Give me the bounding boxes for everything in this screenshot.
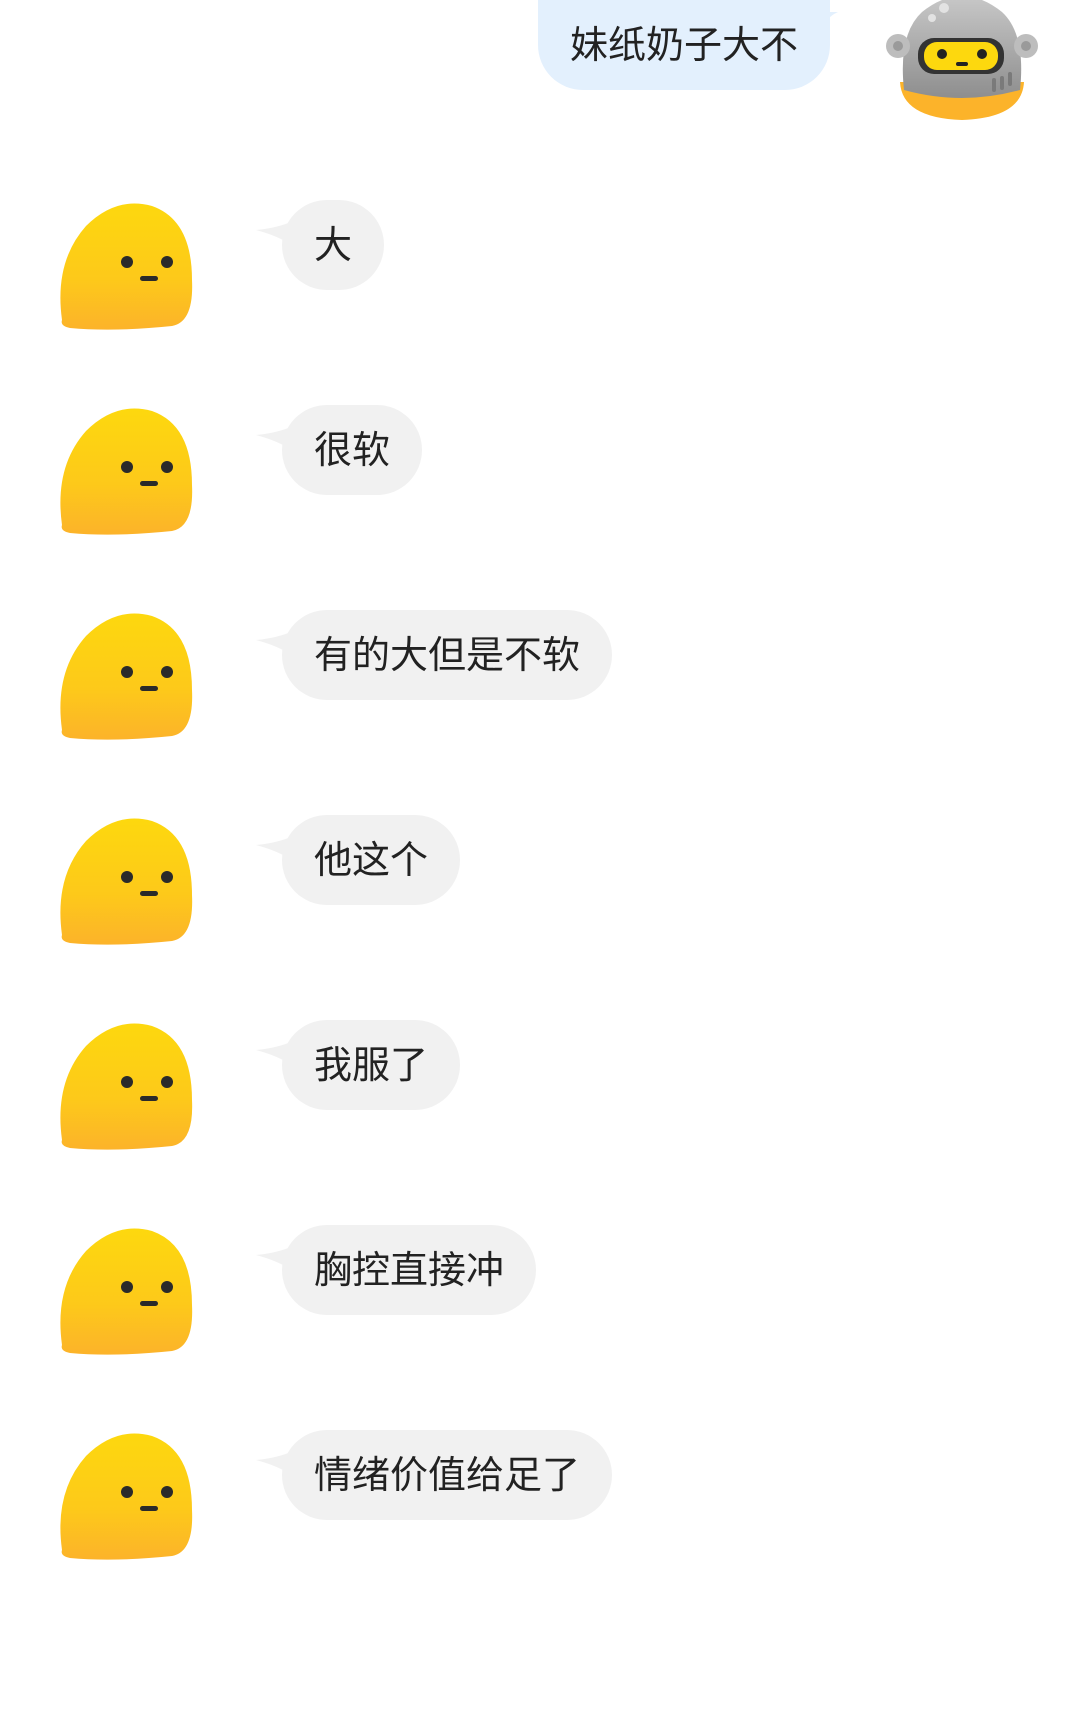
incoming-message-row: 他这个	[0, 815, 1080, 955]
yellow-blob-avatar-icon[interactable]	[54, 815, 198, 947]
incoming-message-row: 大	[0, 200, 1080, 340]
chat-window: 妹纸奶子大不 大 很软 有的大但是不软 他这个 我服了 胸控直接冲 情绪价值给足…	[0, 0, 1080, 1728]
incoming-message-bubble[interactable]: 很软	[282, 405, 423, 495]
incoming-message-bubble[interactable]: 我服了	[282, 1020, 461, 1110]
yellow-blob-avatar-icon[interactable]	[54, 610, 198, 742]
outgoing-message-bubble[interactable]: 妹纸奶子大不	[537, 0, 830, 90]
incoming-message-row: 很软	[0, 405, 1080, 545]
yellow-blob-avatar-icon[interactable]	[54, 1225, 198, 1357]
incoming-message-row: 胸控直接冲	[0, 1225, 1080, 1365]
incoming-message-row: 有的大但是不软	[0, 610, 1080, 750]
incoming-message-bubble[interactable]: 大	[282, 200, 385, 290]
incoming-message-bubble[interactable]: 胸控直接冲	[282, 1225, 537, 1315]
yellow-blob-avatar-icon[interactable]	[54, 1430, 198, 1562]
yellow-blob-avatar-icon[interactable]	[54, 405, 198, 537]
incoming-message-row: 情绪价值给足了	[0, 1430, 1080, 1570]
yellow-blob-avatar-icon[interactable]	[54, 1020, 198, 1152]
incoming-message-bubble[interactable]: 有的大但是不软	[282, 610, 613, 700]
incoming-message-bubble[interactable]: 情绪价值给足了	[282, 1430, 613, 1520]
incoming-message-bubble[interactable]: 他这个	[282, 815, 461, 905]
outgoing-message-row: 妹纸奶子大不	[0, 0, 1080, 130]
incoming-message-row: 我服了	[0, 1020, 1080, 1160]
yellow-blob-avatar-icon[interactable]	[54, 200, 198, 332]
robot-avatar-icon[interactable]	[882, 0, 1042, 126]
